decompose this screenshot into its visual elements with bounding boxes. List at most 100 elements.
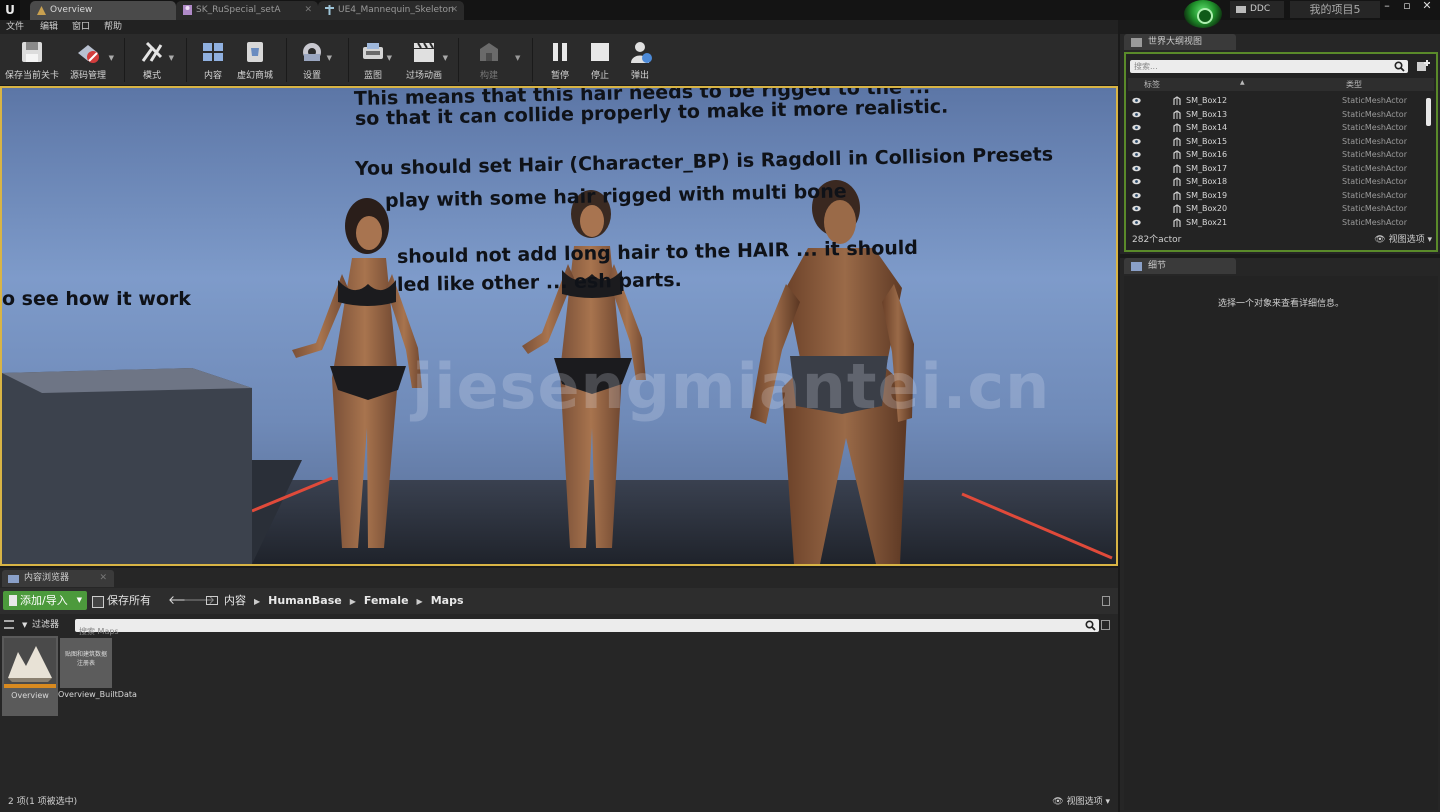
menu-edit[interactable]: 编辑 [40,20,58,34]
outliner-row[interactable]: SM_Box18 StaticMeshActor [1128,175,1424,189]
toolbar-label: 保存当前关卡 [4,71,59,81]
panel-tab-label: 内容浏览器 [24,573,70,583]
chevron-down-icon[interactable]: ▼ [327,54,332,62]
visibility-eye-icon[interactable] [1132,219,1141,226]
close-tab-icon[interactable]: ✕ [450,1,458,19]
visibility-eye-icon[interactable] [1132,192,1141,199]
menu-window[interactable]: 窗口 [72,20,90,34]
chevron-down-icon[interactable]: ▼ [387,54,392,62]
visibility-eye-icon[interactable] [1132,165,1141,172]
asset-tile-overview[interactable]: Overview [2,636,58,716]
save-level-button[interactable]: 保存当前关卡 [2,34,62,86]
outliner-body: 标签 ▲ 类型 SM_Box12StaticMeshActorSM_Box13S… [1124,52,1438,252]
level-viewport[interactable]: This means that this hair needs to be ri… [0,86,1118,566]
tab-content-browser[interactable]: 内容浏览器 ✕ [2,570,114,587]
tab-details[interactable]: 细节 [1124,258,1236,274]
stop-button[interactable]: 停止 [580,34,620,86]
pause-button[interactable]: 暂停 [540,34,580,86]
cinematics-button[interactable]: 过场动画 ▼ [402,34,448,86]
blueprints-button[interactable]: 蓝图 ▼ [356,34,392,86]
sort-ascending-icon[interactable]: ▲ [1240,76,1245,89]
modes-button[interactable]: 模式 ▼ [132,34,174,86]
column-type[interactable]: 类型 [1346,78,1362,91]
outliner-row[interactable]: SM_Box17 StaticMeshActor [1128,162,1424,176]
source-control-button[interactable]: 源码管理 ▼ [64,34,114,86]
view-options-label: 视图选项 [1388,235,1425,245]
add-import-button[interactable]: 添加/导入 ▼ [3,591,87,610]
source-control-status-icon[interactable] [1184,0,1222,28]
marketplace-button[interactable]: 虚幻商城 [234,34,276,86]
toolbar-label: 暂停 [550,71,569,81]
lock-icon[interactable] [1102,596,1110,606]
chevron-down-icon[interactable]: ▼ [515,54,520,62]
ddc-indicator[interactable]: DDC [1230,1,1284,18]
content-button[interactable]: 内容 [194,34,232,86]
static-mesh-icon [1173,136,1181,146]
visibility-eye-icon[interactable] [1132,97,1141,104]
breadcrumb-item[interactable]: Female [364,594,409,607]
content-search-input[interactable] [75,625,1099,638]
actor-type: StaticMeshActor [1342,177,1407,186]
content-search[interactable] [75,619,1099,638]
outliner-row[interactable]: SM_Box12 StaticMeshActor [1128,94,1424,108]
close-tab-icon[interactable]: ✕ [99,570,107,587]
visibility-eye-icon[interactable] [1132,151,1141,158]
visibility-eye-icon[interactable] [1132,178,1141,185]
actor-name: SM_Box17 [1186,163,1228,173]
tab-ue4-mannequin-skeleton[interactable]: UE4_Mannequin_Skeleton ✕ [318,1,464,20]
actor-type: StaticMeshActor [1342,150,1407,159]
breadcrumb-separator-icon[interactable]: ▶ [350,597,356,606]
maximize-icon[interactable]: ▫ [1398,0,1416,14]
breadcrumb-item[interactable]: Maps [431,594,464,607]
outliner-search[interactable] [1130,60,1408,73]
menu-bar: 文件 编辑 窗口 帮助 [0,20,1118,34]
outliner-row[interactable]: SM_Box21 StaticMeshActor [1128,216,1424,230]
chevron-down-icon[interactable]: ▼ [443,54,448,62]
outliner-row[interactable]: SM_Box16 StaticMeshActor [1128,148,1424,162]
visibility-eye-icon[interactable] [1132,124,1141,131]
unreal-logo-icon[interactable]: U [0,0,20,20]
tab-world-outliner[interactable]: 世界大纲视图 [1124,34,1236,50]
outliner-row[interactable]: SM_Box20 StaticMeshActor [1128,202,1424,216]
close-tab-icon[interactable]: ✕ [304,1,312,19]
tab-overview[interactable]: Overview [30,1,176,20]
column-label[interactable]: 标签 [1144,78,1160,91]
add-actor-icon[interactable] [1416,59,1430,73]
menu-help[interactable]: 帮助 [104,20,122,34]
menu-file[interactable]: 文件 [6,20,24,34]
breadcrumb-item[interactable]: 内容 [224,594,246,607]
settings-button[interactable]: 设置 ▼ [294,34,332,86]
toolbar-label: 过场动画 [405,71,442,81]
cinematics-icon [414,42,434,62]
outliner-row[interactable]: SM_Box15 StaticMeshActor [1128,135,1424,149]
minimize-icon[interactable]: – [1378,0,1396,14]
content-view-options[interactable]: 👁 视图选项 ▾ [1052,794,1110,807]
outliner-row[interactable]: SM_Box14 StaticMeshActor [1128,121,1424,135]
outliner-scrollbar[interactable] [1426,98,1431,126]
outliner-icon [1131,38,1142,47]
asset-tile-overview-builtdata[interactable]: 贴图和建筑数据注册表 Overview_BuiltData [58,636,137,716]
sources-panel-toggle-icon[interactable] [4,620,14,629]
tab-sk-ruspecial[interactable]: SK_RuSpecial_setA ✕ [176,1,318,20]
breadcrumb-separator-icon[interactable]: ▶ [417,597,423,606]
chevron-down-icon[interactable]: ▼ [109,54,114,62]
outliner-row[interactable]: SM_Box13 StaticMeshActor [1128,108,1424,122]
breadcrumb-separator-icon[interactable]: ▶ [254,597,260,606]
visibility-eye-icon[interactable] [1132,138,1141,145]
outliner-search-input[interactable] [1130,60,1408,73]
breadcrumb-item[interactable]: HumanBase [268,594,342,607]
filters-button[interactable]: 过滤器 [22,618,59,632]
save-search-icon[interactable] [1101,620,1110,630]
visibility-eye-icon[interactable] [1132,205,1141,212]
eye-icon: 👁 [1374,235,1386,245]
outliner-row[interactable]: SM_Box19 StaticMeshActor [1128,189,1424,203]
save-all-button[interactable]: 保存所有 [92,592,151,609]
build-button[interactable]: 构建 [470,34,508,86]
static-mesh-icon [1173,96,1181,105]
visibility-eye-icon[interactable] [1132,111,1141,118]
close-window-icon[interactable]: ✕ [1418,0,1436,14]
panel-tab-label: 细节 [1148,261,1167,271]
eject-button[interactable]: 弹出 [620,34,660,86]
chevron-down-icon[interactable]: ▼ [169,54,174,62]
outliner-view-options[interactable]: 👁 视图选项 ▾ [1374,232,1432,248]
